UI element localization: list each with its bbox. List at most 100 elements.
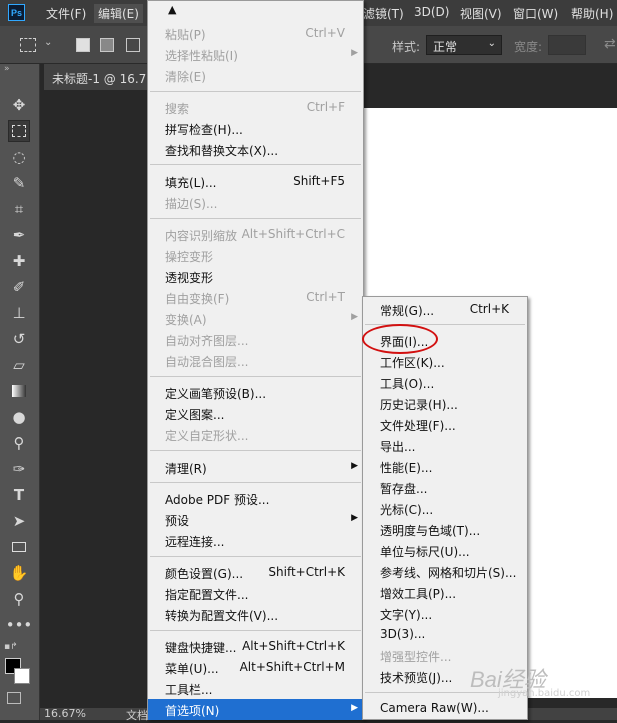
menu-item-fill[interactable]: 填充(L)... Shift+F5 — [148, 171, 363, 192]
menu-item-find-replace[interactable]: 查找和替换文本(X)... — [148, 139, 363, 160]
annotation-circle — [362, 324, 438, 354]
menu-item-search[interactable]: 搜索 Ctrl+F — [148, 97, 363, 118]
submenu-arrow-icon: ▶ — [351, 48, 358, 58]
brush-tool-icon[interactable]: ✐ — [8, 276, 30, 298]
edit-menu: ▲ 粘贴(P) Ctrl+V 选择性粘贴(I) ▶ 清除(E) 搜索 Ctrl+F 拼… — [147, 0, 364, 720]
menu-item-auto-align[interactable]: 自动对齐图层... — [148, 329, 363, 350]
menu-item-clear[interactable]: 清除(E) — [148, 65, 363, 86]
pref-item-3d[interactable]: 3D(3)... — [363, 624, 527, 645]
menu-item-paste-special[interactable]: 选择性粘贴(I) ▶ — [148, 44, 363, 65]
menu-item-spell-check[interactable]: 拼写检查(H)... — [148, 118, 363, 139]
photoshop-logo: Ps — [8, 4, 25, 21]
menu-item-presets[interactable]: 预设 ▶ — [148, 509, 363, 530]
path-select-icon[interactable]: ➤ — [8, 510, 30, 532]
menu-item-purge[interactable]: 清理(R) ▶ — [148, 457, 363, 478]
new-selection-icon[interactable] — [76, 38, 90, 52]
swap-icon[interactable]: ⇄ — [604, 36, 616, 52]
collapse-icon[interactable]: » — [4, 64, 10, 74]
zoom-level[interactable]: 16.67% — [44, 707, 86, 720]
rectangle-tool-icon[interactable] — [8, 536, 30, 558]
pref-item-units-rulers[interactable]: 单位与标尺(U)... — [363, 540, 527, 561]
menu-item-stroke[interactable]: 描边(S)... — [148, 192, 363, 213]
add-selection-icon[interactable] — [100, 38, 114, 52]
document-tab[interactable]: 未标题-1 @ 16.7% — [44, 64, 156, 90]
submenu-arrow-icon: ▶ — [351, 703, 358, 713]
pref-item-export[interactable]: 导出... — [363, 435, 527, 456]
history-brush-icon[interactable]: ↺ — [8, 328, 30, 350]
pref-item-performance[interactable]: 性能(E)... — [363, 456, 527, 477]
type-tool-icon[interactable]: T — [8, 484, 30, 506]
menu-separator — [150, 91, 361, 92]
healing-brush-icon[interactable]: ✚ — [8, 250, 30, 272]
menu-item-puppet-warp[interactable]: 操控变形 — [148, 245, 363, 266]
menu-item-menus[interactable]: 菜单(U)... Alt+Shift+Ctrl+M — [148, 657, 363, 678]
hand-tool-icon[interactable]: ✋ — [8, 562, 30, 584]
gradient-tool-icon[interactable] — [8, 380, 30, 402]
menu-item-paste[interactable]: 粘贴(P) Ctrl+V — [148, 23, 363, 44]
menu-view[interactable]: 视图(V) — [460, 5, 502, 22]
menu-help[interactable]: 帮助(H) — [571, 5, 613, 22]
pref-item-scratch-disks[interactable]: 暂存盘... — [363, 477, 527, 498]
menu-edit[interactable]: 编辑(E) — [94, 4, 143, 23]
eraser-tool-icon[interactable]: ▱ — [8, 354, 30, 376]
eyedropper-tool-icon[interactable]: ✒ — [8, 224, 30, 246]
menu-item-color-settings[interactable]: 颜色设置(G)... Shift+Ctrl+K — [148, 562, 363, 583]
menu-separator — [150, 630, 361, 631]
menu-separator — [150, 218, 361, 219]
quick-select-tool-icon[interactable]: ✎ — [8, 172, 30, 194]
menu-item-toolbar[interactable]: 工具栏... — [148, 678, 363, 699]
pref-item-history[interactable]: 历史记录(H)... — [363, 393, 527, 414]
menu-item-content-aware-scale[interactable]: 内容识别缩放 Alt+Shift+Ctrl+C — [148, 224, 363, 245]
menu-item-remote-connections[interactable]: 远程连接... — [148, 530, 363, 551]
menu-item-preferences[interactable]: 首选项(N) ▶ — [148, 699, 363, 720]
marquee-options-icon[interactable] — [20, 38, 36, 52]
menu-item-free-transform[interactable]: 自由变换(F) Ctrl+T — [148, 287, 363, 308]
chevron-down-icon: ⌄ — [487, 38, 496, 49]
pref-item-camera-raw[interactable]: Camera Raw(W)... — [363, 698, 527, 719]
pref-item-plugins[interactable]: 增效工具(P)... — [363, 582, 527, 603]
marquee-tool-icon[interactable] — [8, 120, 30, 142]
menu-filter[interactable]: 滤镜(T) — [363, 5, 404, 22]
zoom-tool-icon[interactable]: ⚲ — [8, 588, 30, 610]
stamp-tool-icon[interactable]: ⊥ — [8, 302, 30, 324]
pref-item-cursors[interactable]: 光标(C)... — [363, 498, 527, 519]
lasso-tool-icon[interactable]: ◌ — [8, 146, 30, 168]
crop-tool-icon[interactable]: ⌗ — [8, 198, 30, 220]
chevron-down-icon[interactable]: ⌄ — [44, 37, 52, 48]
style-select[interactable]: 正常 ⌄ — [426, 35, 502, 55]
menu-window[interactable]: 窗口(W) — [513, 5, 558, 22]
menu-item-keyboard-shortcuts[interactable]: 键盘快捷键... Alt+Shift+Ctrl+K — [148, 636, 363, 657]
pref-item-workspace[interactable]: 工作区(K)... — [363, 351, 527, 372]
menu-item-assign-profile[interactable]: 指定配置文件... — [148, 583, 363, 604]
dodge-tool-icon[interactable]: ⚲ — [8, 432, 30, 454]
submenu-arrow-icon: ▶ — [351, 312, 358, 322]
menu-item-define-shape[interactable]: 定义自定形状... — [148, 424, 363, 445]
menu-file[interactable]: 文件(F) — [46, 5, 86, 22]
quick-mask-icon[interactable] — [7, 692, 21, 704]
menu-item-convert-profile[interactable]: 转换为配置文件(V)... — [148, 604, 363, 625]
tools-panel: » ✥ ◌ ✎ ⌗ ✒ ✚ ✐ ⊥ ↺ ▱ ● ⚲ ✑ T ➤ ✋ ⚲ ••• … — [0, 64, 40, 720]
pen-tool-icon[interactable]: ✑ — [8, 458, 30, 480]
pref-item-tools[interactable]: 工具(O)... — [363, 372, 527, 393]
blur-tool-icon[interactable]: ● — [8, 406, 30, 428]
submenu-arrow-icon: ▶ — [351, 461, 358, 471]
menu-item-define-brush[interactable]: 定义画笔预设(B)... — [148, 382, 363, 403]
menu-3d[interactable]: 3D(D) — [414, 5, 449, 19]
move-tool-icon[interactable]: ✥ — [8, 94, 30, 116]
more-tools-icon[interactable]: ••• — [6, 614, 33, 636]
menu-item-auto-blend[interactable]: 自动混合图层... — [148, 350, 363, 371]
pref-item-guides-grid[interactable]: 参考线、网格和切片(S)... — [363, 561, 527, 582]
menu-item-transform[interactable]: 变换(A) ▶ — [148, 308, 363, 329]
width-field[interactable] — [548, 35, 586, 55]
background-color-swatch[interactable] — [14, 668, 30, 684]
pref-item-general[interactable]: 常规(G)... Ctrl+K — [363, 299, 527, 320]
menu-item-define-pattern[interactable]: 定义图案... — [148, 403, 363, 424]
pref-item-file-handling[interactable]: 文件处理(F)... — [363, 414, 527, 435]
menu-item-perspective-warp[interactable]: 透视变形 — [148, 266, 363, 287]
pref-item-transparency[interactable]: 透明度与色域(T)... — [363, 519, 527, 540]
subtract-selection-icon[interactable] — [126, 38, 140, 52]
default-colors-icon[interactable]: ▪↱ — [4, 642, 18, 652]
menu-item-pdf-presets[interactable]: Adobe PDF 预设... — [148, 488, 363, 509]
pref-item-type[interactable]: 文字(Y)... — [363, 603, 527, 624]
scroll-up-icon[interactable]: ▲ — [168, 3, 176, 16]
